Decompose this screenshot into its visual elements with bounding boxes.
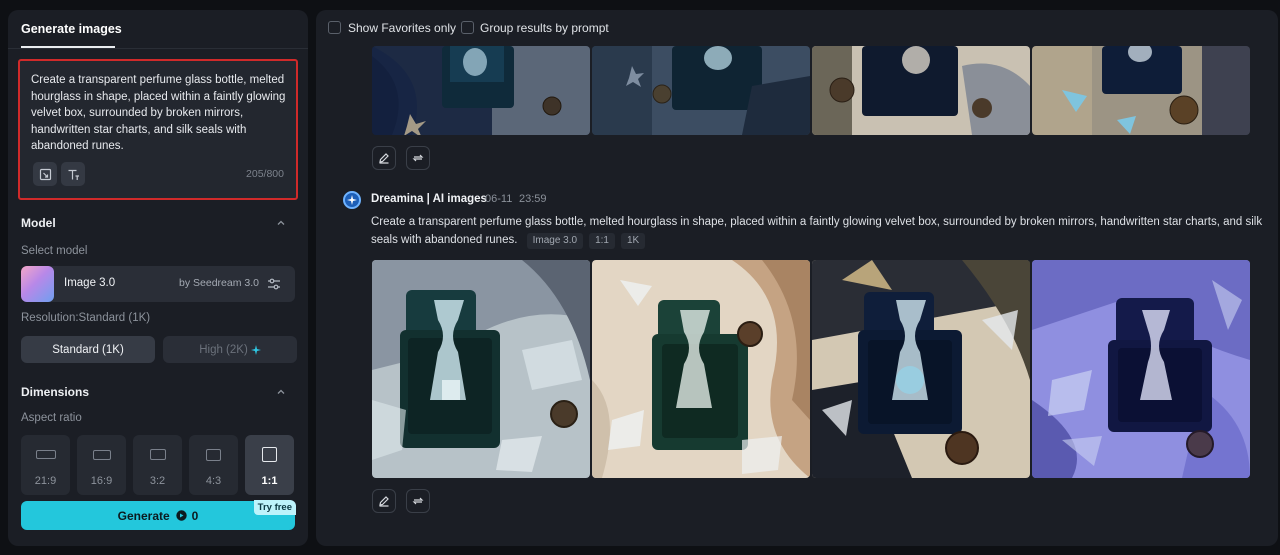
try-free-badge: Try free bbox=[253, 500, 296, 515]
aspect-ratio-3-2[interactable]: 3:2 bbox=[133, 435, 182, 495]
result-image[interactable] bbox=[592, 46, 810, 135]
generate-button[interactable]: Generate 0 Try free bbox=[21, 500, 296, 530]
generation-prompt[interactable]: Create a transparent perfume glass bottl… bbox=[371, 213, 1276, 249]
result-image-art bbox=[812, 46, 1030, 135]
coin-icon bbox=[175, 510, 187, 521]
settings-sliders-icon[interactable] bbox=[266, 276, 282, 292]
ratio-label: 16:9 bbox=[90, 475, 113, 487]
dreamina-avatar bbox=[343, 191, 361, 209]
generate-label: Generate bbox=[117, 508, 170, 523]
generation-date: 06-11 bbox=[485, 193, 513, 205]
result-image[interactable] bbox=[592, 260, 810, 478]
show-favorites-label[interactable]: Show Favorites only bbox=[348, 21, 456, 35]
model-selector[interactable]: Image 3.0 by Seedream 3.0 bbox=[21, 266, 295, 302]
generation-time: 23:59 bbox=[519, 193, 547, 205]
char-counter: 205/800 bbox=[246, 168, 284, 180]
ratio-label: 1:1 bbox=[261, 475, 278, 487]
tab-divider bbox=[8, 48, 308, 49]
model-thumbnail bbox=[21, 266, 54, 302]
edit-pencil-icon bbox=[379, 153, 389, 164]
regenerate-icon bbox=[412, 497, 424, 505]
ratio-tag: 1:1 bbox=[589, 233, 615, 249]
text-style-button[interactable] bbox=[61, 162, 85, 186]
tab-generate-images[interactable]: Generate images bbox=[21, 22, 122, 36]
select-model-label: Select model bbox=[21, 245, 88, 257]
ratio-shape bbox=[35, 450, 56, 459]
result-image-art bbox=[1032, 46, 1250, 135]
resolution-tag: 1K bbox=[621, 233, 646, 249]
ratio-shape bbox=[206, 449, 221, 461]
resolution-standard-button[interactable]: Standard (1K) bbox=[21, 336, 155, 363]
regenerate-button[interactable] bbox=[406, 146, 430, 170]
regenerate-icon bbox=[412, 154, 424, 162]
result-image-art bbox=[812, 260, 1030, 478]
resolution-standard-label: Standard (1K) bbox=[52, 343, 124, 356]
result-image[interactable] bbox=[812, 46, 1030, 135]
resolution-high-button[interactable]: High (2K) bbox=[163, 336, 297, 363]
result-image-art bbox=[1032, 260, 1250, 478]
generate-cost: 0 bbox=[191, 508, 199, 523]
result-image[interactable] bbox=[812, 260, 1030, 478]
group-results-label[interactable]: Group results by prompt bbox=[480, 21, 609, 35]
aspect-ratio-21-9[interactable]: 21:9 bbox=[21, 435, 70, 495]
aspect-ratio-4-3[interactable]: 4:3 bbox=[189, 435, 238, 495]
chevron-up-icon[interactable] bbox=[274, 216, 288, 230]
ratio-label: 3:2 bbox=[149, 475, 166, 487]
aspect-ratio-1-1[interactable]: 1:1 bbox=[245, 435, 294, 495]
dreamina-logo-icon bbox=[347, 195, 357, 205]
ratio-label: 21:9 bbox=[34, 475, 57, 487]
aspect-ratio-16-9[interactable]: 16:9 bbox=[77, 435, 126, 495]
result-image-art bbox=[592, 46, 810, 135]
text-format-icon bbox=[68, 169, 79, 180]
edit-button[interactable] bbox=[372, 146, 396, 170]
ratio-shape bbox=[149, 449, 166, 460]
resolution-label: Resolution:Standard (1K) bbox=[21, 312, 151, 324]
ratio-shape bbox=[92, 450, 111, 460]
result-image-art bbox=[372, 46, 590, 135]
sparkle-icon bbox=[250, 344, 261, 355]
results-panel: Show Favorites only Group results by pro… bbox=[316, 10, 1278, 546]
regenerate-button[interactable] bbox=[406, 489, 430, 513]
ratio-shape bbox=[262, 447, 277, 462]
aspect-ratio-label: Aspect ratio bbox=[21, 412, 82, 424]
prompt-input[interactable]: Create a transparent perfume glass bottl… bbox=[18, 59, 298, 200]
model-section-title: Model bbox=[21, 216, 56, 230]
generation-panel: Generate images Create a transparent per… bbox=[8, 10, 308, 546]
reference-image-button[interactable] bbox=[33, 162, 57, 186]
result-image-art bbox=[592, 260, 810, 478]
resolution-high-label: High (2K) bbox=[199, 343, 248, 356]
generation-author: Dreamina | AI images bbox=[371, 193, 487, 205]
result-image[interactable] bbox=[1032, 46, 1250, 135]
model-provider: by Seedream 3.0 bbox=[179, 277, 259, 289]
edit-button[interactable] bbox=[372, 489, 396, 513]
result-image[interactable] bbox=[372, 260, 590, 478]
generation-prompt-text: Create a transparent perfume glass bottl… bbox=[371, 216, 1263, 246]
ratio-label: 4:3 bbox=[205, 475, 222, 487]
result-image[interactable] bbox=[1032, 260, 1250, 478]
result-image[interactable] bbox=[372, 46, 590, 135]
prompt-text[interactable]: Create a transparent perfume glass bottl… bbox=[31, 72, 289, 155]
model-tag: Image 3.0 bbox=[526, 233, 584, 249]
show-favorites-checkbox[interactable] bbox=[328, 21, 341, 34]
group-results-checkbox[interactable] bbox=[461, 21, 474, 34]
result-image-art bbox=[372, 260, 590, 478]
model-name: Image 3.0 bbox=[64, 277, 116, 289]
dimensions-section-title: Dimensions bbox=[21, 385, 90, 399]
edit-pencil-icon bbox=[379, 496, 389, 507]
canvas-icon bbox=[39, 168, 51, 180]
chevron-up-icon[interactable] bbox=[274, 385, 288, 399]
